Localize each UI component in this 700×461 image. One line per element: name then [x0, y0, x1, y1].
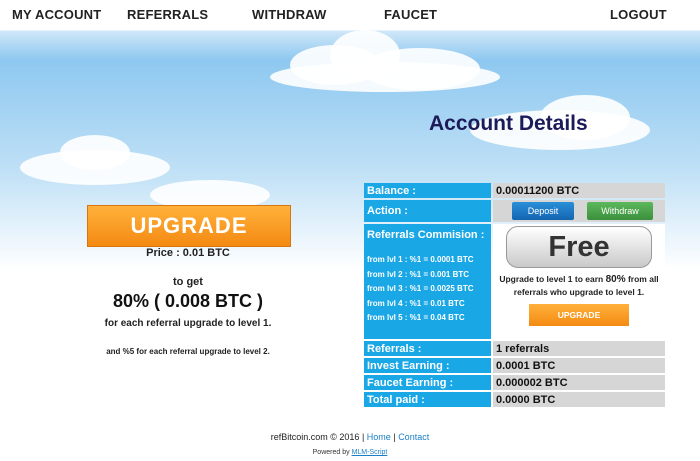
balance-label: Balance : — [364, 183, 491, 198]
nav-withdraw[interactable]: WITHDRAW — [252, 7, 327, 22]
table-row: Faucet Earning : 0.000002 BTC — [364, 375, 665, 390]
referrals-value: 1 referrals — [493, 341, 665, 356]
powered-by-label: Powered by — [312, 449, 350, 456]
page-title: Account Details — [429, 112, 588, 135]
nav-faucet[interactable]: FAUCET — [384, 7, 437, 22]
table-row: Invest Earning : 0.0001 BTC — [364, 358, 665, 373]
footer: refBitcoin.com © 2016 | Home | Contact — [0, 432, 700, 442]
invest-earning-value: 0.0001 BTC — [493, 358, 665, 373]
level2-note: and %5 for each referral upgrade to leve… — [106, 347, 270, 356]
total-paid-label: Total paid : — [364, 392, 491, 407]
referrals-label: Referrals : — [364, 341, 491, 356]
withdraw-button[interactable]: Withdraw — [587, 202, 654, 220]
level1-note: for each referral upgrade to level 1. — [104, 318, 272, 329]
table-row: Balance : 0.00011200 BTC — [364, 183, 665, 198]
action-cell: Deposit Withdraw — [493, 200, 665, 222]
faucet-earning-value: 0.000002 BTC — [493, 375, 665, 390]
mlm-script-link[interactable]: MLM-Script — [352, 449, 388, 456]
commission-level: from lvl 3 : %1 = 0.0025 BTC — [367, 284, 474, 293]
account-details-table: Balance : 0.00011200 BTC Action : Deposi… — [362, 181, 667, 409]
upgrade-price: Price : 0.01 BTC — [146, 247, 230, 259]
table-row: Total paid : 0.0000 BTC — [364, 392, 665, 407]
commission-level: from lvl 1 : %1 = 0.0001 BTC — [367, 255, 474, 264]
footer-home-link[interactable]: Home — [367, 432, 391, 442]
free-badge: Free — [506, 226, 652, 268]
footer-contact-link[interactable]: Contact — [398, 432, 429, 442]
upgrade-small-button[interactable]: UPGRADE — [529, 304, 629, 326]
balance-value: 0.00011200 BTC — [493, 183, 665, 198]
free-promo-text: Upgrade to level 1 to earn 80% from all … — [499, 274, 659, 297]
nav-my-account[interactable]: MY ACCOUNT — [12, 7, 101, 22]
upgrade-button[interactable]: UPGRADE — [87, 205, 291, 247]
commission-level: from lvl 4 : %1 = 0.01 BTC — [367, 298, 465, 308]
table-row: Referrals Commision : from lvl 1 : %1 = … — [364, 224, 665, 339]
faucet-earning-label: Faucet Earning : — [364, 375, 491, 390]
powered-by: Powered by MLM-Script — [0, 449, 700, 456]
free-promo-cell: Free Upgrade to level 1 to earn 80% from… — [493, 224, 665, 339]
commission-level: from lvl 5 : %1 = 0.04 BTC — [367, 313, 465, 322]
to-get-text: to get — [173, 276, 203, 288]
earning-percent: 80% ( 0.008 BTC ) — [112, 291, 264, 311]
commission-cell: Referrals Commision : from lvl 1 : %1 = … — [364, 224, 491, 339]
commission-label: Referrals Commision : — [367, 229, 485, 241]
nav-referrals[interactable]: REFERRALS — [127, 7, 208, 22]
commission-level: from lvl 2 : %1 = 0.001 BTC — [367, 269, 470, 279]
table-row: Action : Deposit Withdraw — [364, 200, 665, 222]
deposit-button[interactable]: Deposit — [512, 202, 574, 220]
footer-separator: | — [393, 432, 396, 442]
nav-logout[interactable]: LOGOUT — [610, 7, 667, 22]
action-label: Action : — [364, 200, 491, 222]
copyright-text: refBitcoin.com © 2016 | — [270, 432, 365, 442]
table-row: Referrals : 1 referrals — [364, 341, 665, 356]
invest-earning-label: Invest Earning : — [364, 358, 491, 373]
top-nav: MY ACCOUNT REFERRALS WITHDRAW FAUCET LOG… — [0, 0, 700, 30]
total-paid-value: 0.0000 BTC — [493, 392, 665, 407]
